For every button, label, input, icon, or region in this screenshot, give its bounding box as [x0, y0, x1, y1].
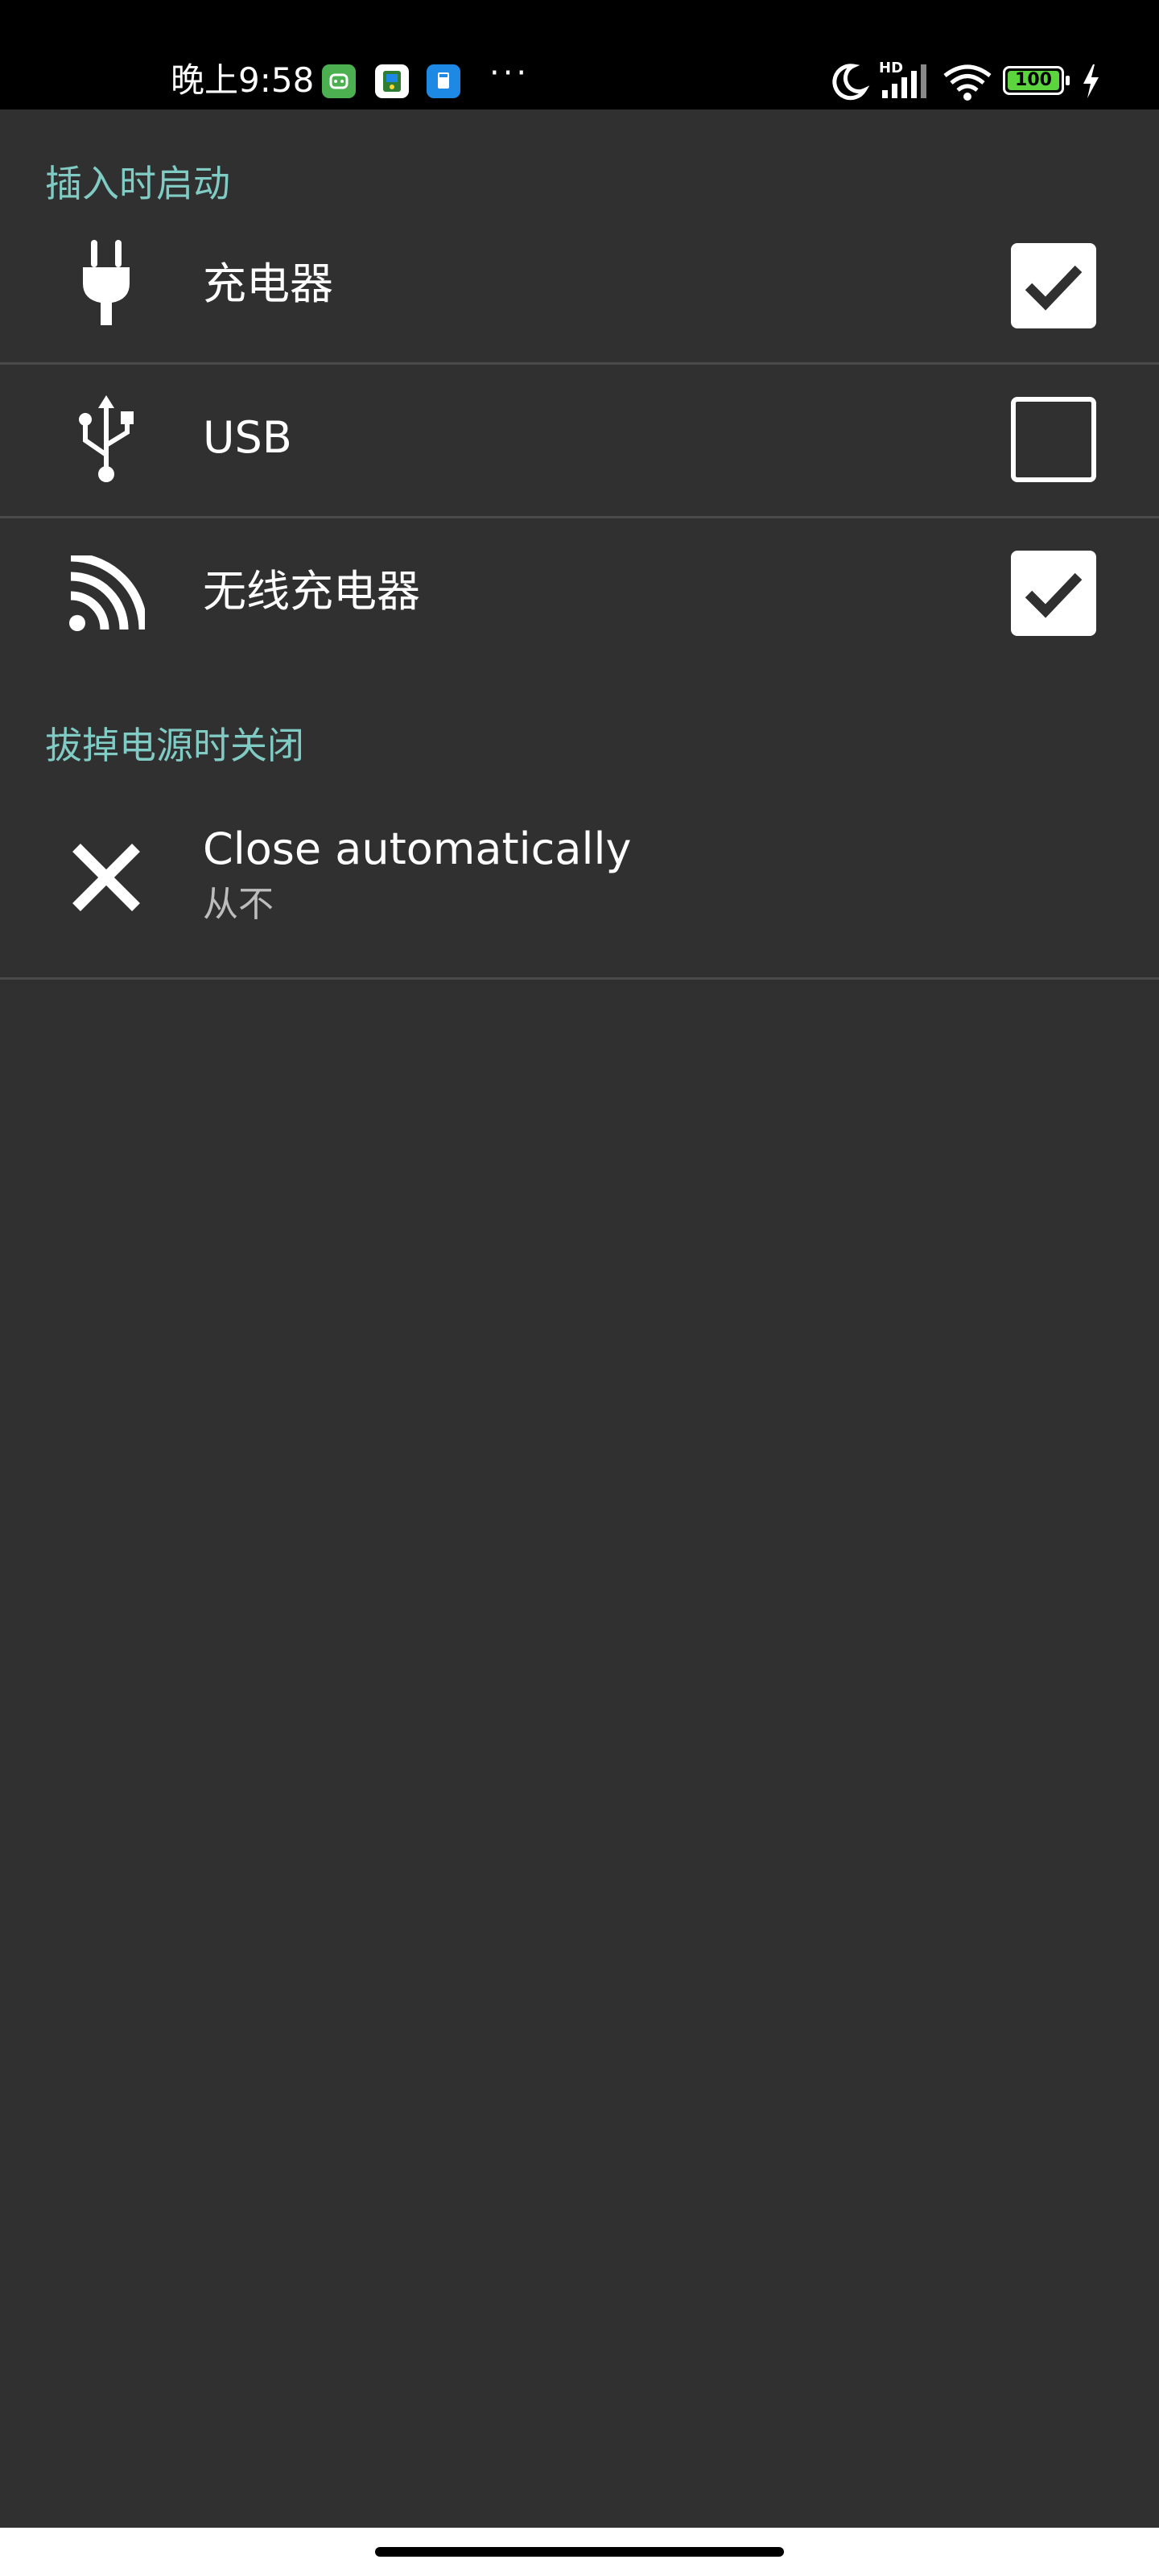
charging-bolt-icon: [1083, 64, 1099, 98]
status-time: 晚上9:58: [171, 60, 315, 100]
section-header-plug-in-start: 插入时启动: [45, 162, 230, 205]
home-gesture-handle[interactable]: [375, 2547, 784, 2557]
map-app-icon: [375, 64, 409, 98]
list-item-charger[interactable]: 充电器: [0, 211, 1159, 364]
list-item-wireless-charger[interactable]: 无线充电器: [0, 518, 1159, 671]
usb-checkbox[interactable]: [1011, 397, 1096, 482]
battery-level: 100: [1008, 71, 1059, 90]
close-icon: [64, 829, 148, 926]
usb-label: USB: [203, 412, 292, 463]
checkmark-icon: [1025, 265, 1083, 311]
battery-icon: 100: [1003, 66, 1070, 95]
close-automatically-summary: 从不: [203, 884, 274, 925]
wireless-charging-icon: [64, 546, 148, 642]
checkmark-icon: [1025, 572, 1083, 618]
list-item-usb[interactable]: USB: [0, 365, 1159, 518]
wireless-charger-checkbox[interactable]: [1011, 551, 1096, 636]
list-item-close-automatically[interactable]: Close automatically 从不: [0, 805, 1159, 977]
charger-label: 充电器: [203, 258, 333, 309]
more-dots-icon: ···: [489, 55, 530, 92]
wireless-charger-label: 无线充电器: [203, 566, 420, 617]
svg-text:HD: HD: [879, 60, 903, 76]
usb-icon: [64, 392, 148, 489]
close-automatically-label: Close automatically: [203, 824, 632, 874]
section-header-unplug-close: 拔掉电源时关闭: [45, 724, 304, 767]
divider: [0, 977, 1159, 980]
moon-icon: [832, 64, 870, 101]
status-bar: 晚上9:58 ··· HD 100: [0, 0, 1159, 109]
hd-signal-icon: HD: [879, 60, 926, 98]
wifi-icon: [943, 64, 992, 101]
plug-icon: [64, 235, 148, 332]
green-app-icon: [322, 64, 356, 98]
charger-checkbox[interactable]: [1011, 243, 1096, 328]
blue-app-icon: [427, 64, 460, 98]
